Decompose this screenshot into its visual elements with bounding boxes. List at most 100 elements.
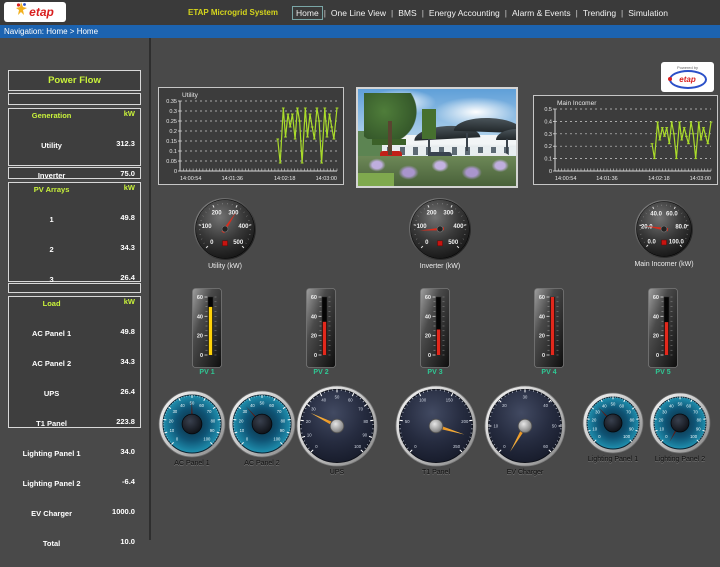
menu-item-trending[interactable]: Trending (579, 6, 620, 20)
svg-text:60: 60 (199, 403, 204, 408)
svg-text:80: 80 (281, 418, 286, 423)
svg-text:0.0: 0.0 (648, 239, 657, 245)
svg-text:0.2: 0.2 (544, 144, 552, 150)
svg-text:10: 10 (240, 428, 245, 433)
table-row: Utility312.3 (9, 139, 140, 169)
table-row: AC Panel 234.3 (9, 357, 140, 387)
menu-item-simulation[interactable]: Simulation (624, 6, 672, 20)
powered-by-oval: etap (669, 70, 707, 89)
svg-text:60.0: 60.0 (666, 212, 678, 218)
table-row: UPS26.4 (9, 387, 140, 417)
svg-text:20: 20 (592, 418, 597, 423)
row-label: T1 Panel (9, 419, 94, 445)
svg-text:40: 40 (543, 403, 548, 408)
sidebar-section-pv-arrays: PV ArrayskW149.8234.3326.44223.8534.0Tot… (8, 182, 141, 282)
breadcrumb[interactable]: Navigation: Home > Home (0, 25, 720, 38)
powered-by-logo: Powered by etap (661, 62, 714, 92)
svg-text:60: 60 (311, 295, 317, 301)
svg-text:50: 50 (552, 424, 557, 429)
svg-text:30: 30 (523, 394, 528, 399)
svg-text:0.15: 0.15 (166, 139, 177, 145)
svg-text:30: 30 (595, 409, 600, 414)
svg-text:90: 90 (629, 427, 634, 432)
svg-text:100: 100 (419, 398, 427, 403)
svg-text:0.25: 0.25 (166, 119, 177, 125)
etap-logo: etap (4, 2, 66, 22)
svg-text:80: 80 (630, 418, 635, 423)
table-row: 149.8 (9, 213, 140, 243)
table-row: Lighting Panel 2-6.4 (9, 477, 140, 507)
row-label: 1 (9, 215, 94, 241)
row-label: UPS (9, 389, 94, 415)
row-value: 26.4 (94, 387, 140, 417)
power-flow-title: Power Flow (8, 70, 141, 91)
svg-text:0.5: 0.5 (544, 107, 552, 113)
menu-item-home[interactable]: Home (292, 6, 323, 20)
svg-text:20: 20 (425, 334, 431, 340)
svg-text:500: 500 (448, 240, 459, 246)
svg-text:100.0: 100.0 (669, 239, 685, 245)
svg-text:0.1: 0.1 (169, 149, 177, 155)
svg-text:20: 20 (311, 334, 317, 340)
row-label: EV Charger (9, 509, 94, 535)
row-value: 10.0 (94, 537, 140, 567)
svg-text:14:03:00: 14:03:00 (690, 176, 711, 182)
svg-text:60: 60 (539, 295, 545, 301)
table-row: Lighting Panel 134.0 (9, 447, 140, 477)
svg-text:100: 100 (202, 224, 213, 230)
svg-text:14:03:00: 14:03:00 (316, 176, 337, 182)
svg-text:40: 40 (311, 314, 317, 320)
ac-panel-1-gauge: 0102030405060708090100 (154, 386, 230, 467)
ac-panel-2-gauge: 0102030405060708090100 (224, 386, 300, 467)
menu-item-energy-accounting[interactable]: Energy Accounting (425, 6, 504, 20)
svg-text:80: 80 (211, 418, 216, 423)
svg-text:20: 20 (239, 418, 244, 423)
svg-text:0: 0 (200, 353, 203, 359)
svg-text:60: 60 (197, 295, 203, 301)
svg-text:0: 0 (428, 353, 431, 359)
photo-tree-trunk (388, 121, 392, 155)
ev-charger-gauge-label: EV Charger (465, 469, 585, 476)
svg-text:100: 100 (417, 224, 428, 230)
menu-item-alarm-events[interactable]: Alarm & Events (508, 6, 575, 20)
row-value: 312.3 (94, 139, 140, 169)
pv-5-bar-label: PV 5 (623, 369, 703, 376)
row-value: 49.8 (94, 327, 140, 357)
pv-2-bar: 0204060 (306, 288, 336, 373)
table-row: T1 Panel223.8 (9, 417, 140, 447)
svg-text:70: 70 (277, 409, 282, 414)
svg-text:0: 0 (174, 169, 177, 175)
lighting-panel-1-gauge: 0102030405060708090100 (578, 388, 648, 463)
svg-text:60: 60 (619, 404, 624, 409)
row-label: 2 (9, 245, 94, 271)
row-label: Load (9, 299, 94, 325)
svg-text:20: 20 (502, 403, 507, 408)
photo-grass (358, 173, 394, 186)
sidebar-spacer (8, 93, 141, 105)
svg-text:150: 150 (446, 398, 454, 403)
powered-by-dot (668, 77, 672, 81)
menu-item-bms[interactable]: BMS (394, 6, 420, 20)
app-title: ETAP Microgrid System (188, 8, 278, 17)
svg-text:400: 400 (238, 224, 249, 230)
menu-item-one-line-view[interactable]: One Line View (327, 6, 390, 20)
sidebar-section-generation: GenerationkWUtility312.3Inverter75.0Main… (8, 108, 141, 166)
svg-text:40: 40 (180, 403, 185, 408)
section-header-row: PV ArrayskW (9, 183, 140, 213)
etap-logo-icon (16, 2, 27, 22)
svg-text:10: 10 (659, 427, 664, 432)
row-value: 223.8 (94, 417, 140, 447)
site-photo (356, 87, 518, 188)
sidebar-section-load: LoadkWAC Panel 149.8AC Panel 234.3UPS26.… (8, 296, 141, 428)
table-row: Total10.0 (9, 537, 140, 567)
lighting-panel-2-gauge: 0102030405060708090100 (645, 388, 715, 463)
svg-text:40.0: 40.0 (650, 212, 662, 218)
svg-text:0.3: 0.3 (544, 132, 552, 138)
svg-text:40: 40 (250, 403, 255, 408)
svg-text:100: 100 (690, 434, 698, 439)
svg-text:300: 300 (443, 210, 454, 216)
svg-text:30: 30 (243, 409, 248, 414)
svg-text:90: 90 (696, 427, 701, 432)
svg-text:14:01:36: 14:01:36 (222, 176, 243, 182)
svg-text:14:02:18: 14:02:18 (648, 176, 669, 182)
